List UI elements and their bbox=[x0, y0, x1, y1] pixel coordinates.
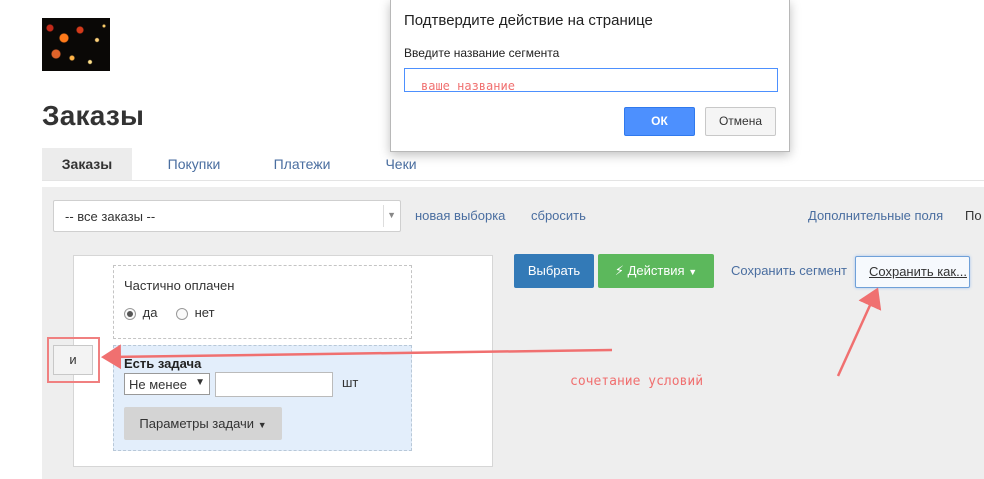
annotation-arrow-up bbox=[836, 287, 882, 377]
segment-name-input-value: ваше название bbox=[421, 79, 515, 92]
confirm-dialog: Подтвердите действие на странице Введите… bbox=[390, 0, 790, 152]
annotation-arrow-left bbox=[101, 344, 613, 370]
redacted-domain bbox=[653, 16, 757, 30]
segment-name-input[interactable]: ваше название bbox=[404, 68, 778, 92]
dialog-title: Подтвердите действие на странице bbox=[404, 12, 653, 29]
ok-button[interactable]: ОК bbox=[624, 107, 695, 136]
dialog-prompt: Введите название сегмента bbox=[404, 46, 560, 60]
cancel-button[interactable]: Отмена bbox=[705, 107, 776, 136]
